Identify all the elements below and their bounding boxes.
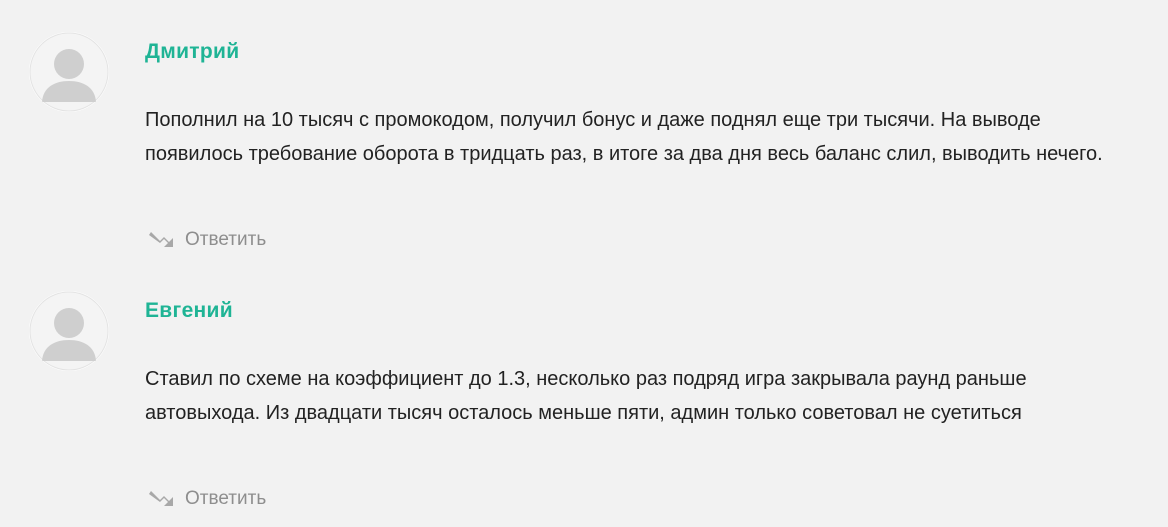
avatar [29,291,109,371]
comment-text: Ставил по схеме на коэффициент до 1.3, н… [145,368,1027,424]
reply-arrow-icon [149,491,173,506]
avatar [29,32,109,112]
reply-label[interactable]: Ответить [185,229,266,251]
reply-link[interactable]: Ответить [147,488,266,510]
comment-list: Дмитрий Пополнил на 10 тысяч с промокодо… [0,0,1168,527]
user-avatar-icon [29,291,109,371]
reply-link[interactable]: Ответить [147,229,266,251]
user-avatar-icon [29,32,109,112]
reply-label[interactable]: Ответить [185,488,266,510]
comment-text: Пополнил на 10 тысяч с промокодом, получ… [145,109,1103,165]
comment-author: Евгений [145,299,233,322]
comment-author: Дмитрий [145,40,240,63]
reply-arrow-icon [149,232,173,247]
